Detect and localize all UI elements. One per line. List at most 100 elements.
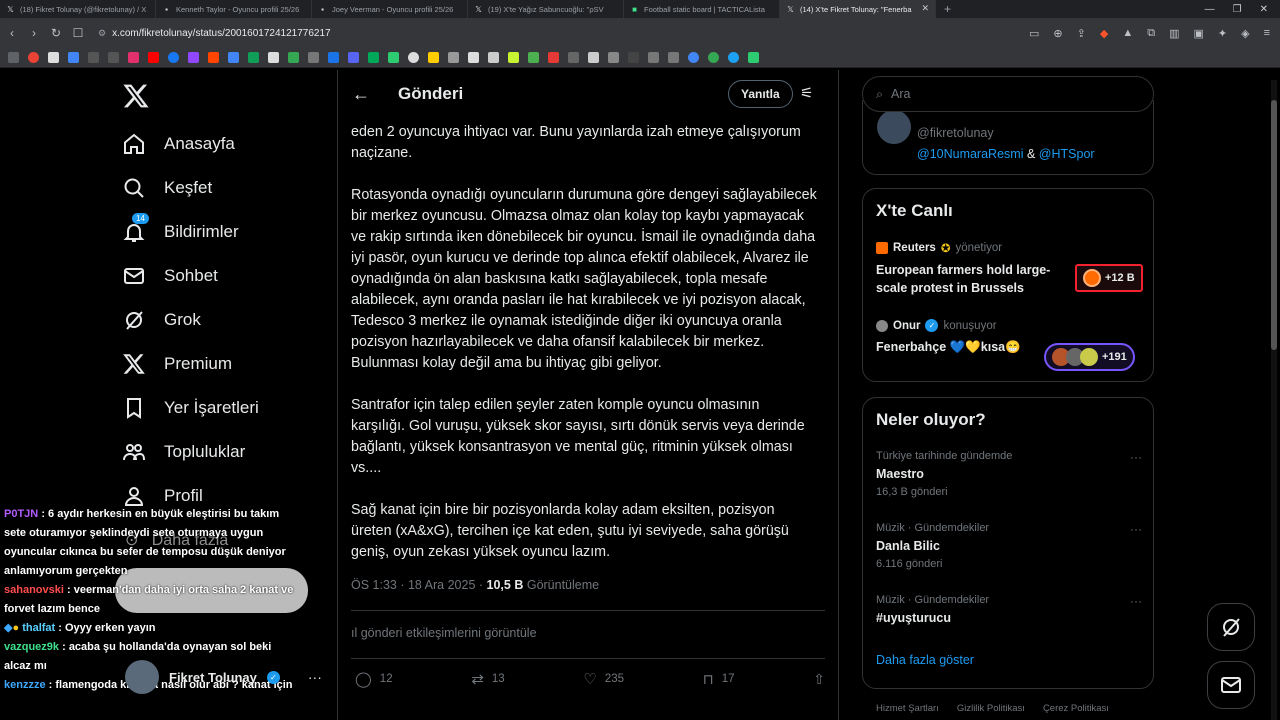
nav-item-chat[interactable]: Sohbet — [122, 264, 218, 288]
reply-button[interactable]: Yanıtla — [728, 80, 793, 108]
footer-link[interactable]: Gizlilik Politikası — [957, 703, 1025, 714]
more-options-icon[interactable]: ··· — [1130, 594, 1142, 608]
bookmark-icon[interactable] — [328, 52, 339, 63]
bookmark-icon[interactable] — [88, 52, 99, 63]
bookmark-icon[interactable] — [628, 52, 639, 63]
like-action[interactable]: ♡ 235 — [583, 670, 624, 688]
footer-link[interactable]: Çerez Politikası — [1043, 703, 1109, 714]
bookmark-icon[interactable] — [568, 52, 579, 63]
bookmark-icon[interactable] — [528, 52, 539, 63]
restore-icon[interactable]: ❐ — [1233, 4, 1242, 15]
minimize-icon[interactable]: — — [1205, 4, 1215, 15]
x-logo-icon[interactable] — [122, 82, 150, 110]
bookmark-icon[interactable] — [448, 52, 459, 63]
back-arrow-icon[interactable]: ← — [352, 84, 374, 105]
show-more-link[interactable]: Daha fazla göster — [876, 653, 974, 667]
url-field[interactable]: ⚙ x.com/fikretolunay/status/200160172412… — [94, 22, 1019, 44]
avatar[interactable] — [877, 110, 911, 144]
reply-action[interactable]: ◯ 12 — [355, 670, 393, 688]
search-input[interactable]: ⌕ Ara — [862, 76, 1154, 112]
new-tab-icon[interactable]: + — [936, 2, 959, 16]
extensions-icon[interactable]: ⧉ — [1147, 27, 1155, 40]
bookmark-icon[interactable] — [708, 52, 719, 63]
bookmark-icon[interactable] — [128, 52, 139, 63]
grok-fab-button[interactable] — [1207, 603, 1255, 651]
profile-handle[interactable]: @fikretolunay — [917, 126, 994, 140]
settings-sliders-icon[interactable]: ⚟ — [800, 84, 813, 102]
account-switcher[interactable]: Fikret Tolunay ✓ ··· — [125, 660, 322, 694]
bookmark-icon[interactable] — [28, 52, 39, 63]
live-listeners-pill[interactable]: +12 B — [1075, 264, 1143, 292]
vpn-icon[interactable]: ◈ — [1241, 27, 1249, 40]
bookmark-action[interactable]: ⊓ 17 — [703, 670, 735, 688]
bookmark-icon[interactable] — [68, 52, 79, 63]
view-engagements-link[interactable]: ıl gönderi etkileşimlerini görüntüle — [351, 626, 537, 640]
bookmark-icon[interactable] — [208, 52, 219, 63]
zoom-icon[interactable]: ⊕ — [1053, 27, 1062, 40]
browser-tab[interactable]: ■ Football static board | TACTICALista — [624, 0, 780, 18]
nav-item-bookmarks[interactable]: Yer İşaretleri — [122, 396, 259, 420]
back-icon[interactable]: ‹ — [6, 26, 18, 40]
ai-icon[interactable]: ✦ — [1218, 27, 1227, 40]
footer-link[interactable]: Hizmet Şartları — [876, 703, 939, 714]
browser-tab[interactable]: ▪ Joey Veerman - Oyuncu profili 25/26 — [312, 0, 468, 18]
bookmark-icon[interactable] — [188, 52, 199, 63]
repost-action[interactable]: ⇄ 13 — [471, 670, 504, 688]
bookmark-icon[interactable] — [308, 52, 319, 63]
bookmark-icon[interactable] — [508, 52, 519, 63]
bookmark-icon[interactable] — [168, 52, 179, 63]
bookmark-icon[interactable] — [428, 52, 439, 63]
forward-icon[interactable]: › — [28, 26, 40, 40]
share-icon[interactable]: ⇪ — [1077, 27, 1086, 40]
post-timestamp[interactable]: ÖS 1:33 · 18 Ara 2025 · — [351, 578, 483, 592]
menu-icon[interactable]: ≡ — [1264, 27, 1270, 40]
scrollbar-thumb[interactable] — [1271, 100, 1277, 350]
bookmark-icon[interactable] — [688, 52, 699, 63]
rewards-icon[interactable]: ▲ — [1122, 27, 1133, 40]
live-item[interactable]: Reuters ✪ yönetiyor European farmers hol… — [876, 241, 1061, 297]
bookmark-icon[interactable] — [348, 52, 359, 63]
browser-tab[interactable]: 𝕏 (19) X'te Yağız Sabuncuoğlu: "ρSV — [468, 0, 624, 18]
folder-icon[interactable] — [648, 52, 659, 63]
browser-tab-active[interactable]: 𝕏 (14) X'te Fikret Tolunay: "Fenerba ✕ — [780, 0, 936, 18]
bookmark-icon[interactable] — [108, 52, 119, 63]
bookmark-icon[interactable] — [228, 52, 239, 63]
more-options-icon[interactable]: ··· — [308, 669, 322, 685]
bookmark-icon[interactable] — [248, 52, 259, 63]
bookmark-icon[interactable] — [608, 52, 619, 63]
bookmark-icon[interactable] — [268, 52, 279, 63]
nav-item-premium[interactable]: Premium — [122, 352, 232, 376]
bookmark-icon[interactable] — [48, 52, 59, 63]
live-listeners-pill[interactable]: +191 — [1044, 343, 1135, 371]
nav-item-communities[interactable]: Topluluklar — [122, 440, 245, 464]
bookmark-icon[interactable] — [728, 52, 739, 63]
trend-item[interactable]: Müzik · Gündemdekiler Danla Bilic 6.116 … — [876, 522, 1142, 570]
bookmark-icon[interactable] — [588, 52, 599, 63]
close-tab-icon[interactable]: ✕ — [921, 3, 929, 14]
bookmark-icon[interactable] — [488, 52, 499, 63]
more-options-icon[interactable]: ··· — [1130, 522, 1142, 536]
messages-fab-button[interactable] — [1207, 661, 1255, 709]
bookmark-icon[interactable] — [288, 52, 299, 63]
wallet-icon[interactable]: ▣ — [1193, 27, 1203, 40]
trend-item[interactable]: Müzik · Gündemdekiler #uyuşturucu ··· — [876, 594, 1142, 625]
bookmark-icon[interactable] — [388, 52, 399, 63]
link-icon[interactable] — [668, 52, 679, 63]
reload-icon[interactable]: ↻ — [50, 26, 62, 40]
sidebar-icon[interactable]: ▥ — [1169, 27, 1179, 40]
nav-item-notifications[interactable]: 14 Bildirimler — [122, 213, 239, 244]
close-window-icon[interactable]: ✕ — [1260, 4, 1268, 15]
share-action[interactable]: ⇧ — [813, 670, 825, 688]
scrollbar[interactable] — [1271, 80, 1277, 720]
cast-icon[interactable]: ▭ — [1029, 27, 1039, 40]
bookmark-icon[interactable] — [408, 52, 419, 63]
brave-shield-icon[interactable]: ◆ — [1100, 27, 1108, 40]
bookmark-icon[interactable] — [748, 52, 759, 63]
mention-link[interactable]: @HTSpor — [1039, 147, 1095, 161]
trend-item[interactable]: Türkiye tarihinde gündemde Maestro 16,3 … — [876, 450, 1142, 498]
site-info-icon[interactable]: ⚙ — [98, 28, 106, 39]
mention-link[interactable]: @10NumaraResmi — [917, 147, 1023, 161]
nav-item-home[interactable]: Anasayfa — [122, 132, 235, 156]
bookmark-icon[interactable] — [368, 52, 379, 63]
browser-tab[interactable]: 𝕏 (18) Fikret Tolunay (@fikretolunay) / X — [0, 0, 156, 18]
